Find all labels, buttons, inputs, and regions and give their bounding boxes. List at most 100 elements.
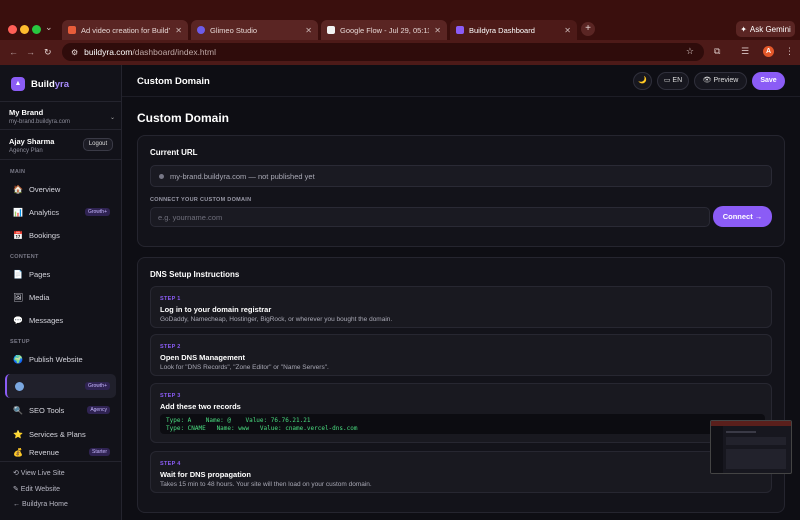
browser-tab-bar: ⌄ Ad video creation for BuildYr ✕ Glimeo… [0, 0, 800, 40]
dns-step: STEP 1 Log in to your domain registrar G… [150, 286, 772, 328]
sidebar-item-overview[interactable]: 🏠 Overview [5, 179, 116, 199]
extensions-icon[interactable]: ⧉ [714, 46, 720, 57]
language-button[interactable]: ▭ EN [657, 72, 689, 90]
custom-domain-input[interactable] [150, 207, 710, 227]
divider [0, 159, 122, 160]
tab-title: Ad video creation for BuildYr [81, 25, 171, 35]
step-number: STEP 1 [160, 296, 181, 302]
flag-icon: ▭ [663, 77, 671, 84]
step-number: STEP 4 [160, 461, 181, 467]
card-title: DNS Setup Instructions [150, 270, 240, 279]
tab-title: Google Flow - Jul 29, 05:11 PM [340, 25, 430, 35]
tab-favicon-icon [456, 26, 464, 34]
more-menu-icon[interactable]: ⋮ [785, 46, 794, 57]
step-description: GoDaddy, Namecheap, Hostinger, BigRock, … [160, 316, 393, 323]
brand-name: My Brand [9, 108, 44, 117]
address-bar-row: ← → ↻ ⚙ buildyra.com/dashboard/index.htm… [0, 40, 800, 65]
sidebar-item-services[interactable]: ⭐ Services & Plans [5, 424, 116, 444]
section-label-content: CONTENT [10, 254, 39, 260]
buildyra-home-link[interactable]: ← Buildyra Home [13, 501, 68, 508]
divider [0, 101, 122, 102]
ask-gemini-button[interactable]: ✦ Ask Gemini [736, 21, 795, 37]
close-tab-icon[interactable]: ✕ [434, 26, 441, 35]
divider [0, 129, 122, 130]
sidebar-item-bookings[interactable]: 📅 Bookings [5, 225, 116, 245]
sidebar-item-media[interactable]: 🖼 Media [5, 287, 116, 307]
logo-text: Buildyra [31, 78, 70, 90]
url-bar[interactable]: ⚙ buildyra.com/dashboard/index.html ☆ [62, 43, 704, 61]
language-label: EN [672, 77, 683, 84]
save-button[interactable]: Save [752, 72, 785, 90]
plan-badge: Agency [87, 406, 110, 414]
profile-avatar[interactable]: A [763, 46, 774, 57]
sidebar: ▲ Buildyra My Brand my-brand.buildyra.co… [0, 65, 122, 520]
step-description: Look for "DNS Records", "Zone Editor" or… [160, 364, 329, 371]
current-url-display: my-brand.buildyra.com — not published ye… [150, 165, 772, 187]
sidebar-item-seo[interactable]: 🔍 SEO Tools Agency [5, 400, 116, 420]
dns-records-code: Type: A Name: @ Value: 76.76.21.21 Type:… [160, 414, 765, 434]
new-tab-button[interactable]: + [581, 22, 595, 36]
theme-toggle-button[interactable]: 🌙 [633, 72, 652, 90]
domain-icon [15, 381, 24, 391]
browser-tab[interactable]: Google Flow - Jul 29, 05:11 PM ✕ [321, 20, 447, 40]
gemini-label: Ask Gemini [749, 24, 791, 34]
back-arrow-icon[interactable]: ← [9, 47, 18, 57]
dns-step: STEP 2 Open DNS Management Look for "DNS… [150, 334, 772, 376]
current-url-card: Current URL my-brand.buildyra.com — not … [137, 135, 785, 247]
step-description: Takes 15 min to 48 hours. Your site will… [160, 481, 372, 488]
image-icon: 🖼 [13, 292, 24, 302]
maximize-window-button[interactable] [32, 25, 41, 34]
view-live-site-link[interactable]: ⟲ View Live Site [13, 469, 65, 477]
top-bar: Custom Domain 🌙 ▭ EN 👁 Preview Save [122, 65, 800, 97]
connect-domain-label: CONNECT YOUR CUSTOM DOMAIN [150, 197, 252, 203]
browser-tab[interactable]: Glimeo Studio ✕ [191, 20, 318, 40]
browser-tab-active[interactable]: Buildyra Dashboard ✕ [450, 20, 577, 40]
connect-button[interactable]: Connect → [713, 206, 772, 227]
browser-tab[interactable]: Ad video creation for BuildYr ✕ [62, 20, 188, 40]
sidebar-item-messages[interactable]: 💬 Messages [5, 310, 116, 330]
dns-step: STEP 3 Add these two records Type: A Nam… [150, 383, 772, 443]
tab-favicon-icon [68, 26, 76, 34]
page-title: Custom Domain [137, 111, 230, 125]
pages-icon: 📄 [13, 269, 23, 279]
plan-badge: Growth+ [84, 382, 110, 390]
tab-groups-icon[interactable]: ☰ [741, 46, 749, 57]
card-title: Current URL [150, 148, 198, 157]
plan-badge: Starter [88, 448, 110, 456]
step-number: STEP 3 [160, 393, 181, 399]
sidebar-item-custom-domain[interactable]: Growth+ [5, 374, 116, 398]
screenshot-thumbnail[interactable] [710, 420, 792, 474]
close-tab-icon[interactable]: ✕ [305, 26, 312, 35]
forward-arrow-icon[interactable]: → [26, 47, 35, 57]
site-info-icon[interactable]: ⚙ [71, 48, 78, 57]
close-tab-icon[interactable]: ✕ [175, 26, 182, 35]
reload-icon[interactable]: ↻ [44, 47, 52, 58]
logout-button[interactable]: Logout [83, 138, 113, 151]
close-tab-icon[interactable]: ✕ [564, 26, 571, 35]
gemini-sparkle-icon: ✦ [740, 24, 747, 34]
section-label-main: MAIN [10, 169, 26, 175]
dns-step: STEP 4 Wait for DNS propagation Takes 15… [150, 451, 772, 493]
bookmark-star-icon[interactable]: ☆ [686, 46, 694, 57]
url-text: buildyra.com/dashboard/index.html [84, 47, 216, 57]
star-icon: ⭐ [13, 429, 23, 439]
sidebar-item-publish[interactable]: 🌍 Publish Website [5, 349, 116, 369]
calendar-icon: 📅 [13, 230, 23, 240]
sidebar-item-pages[interactable]: 📄 Pages [5, 264, 116, 284]
step-title: Wait for DNS propagation [160, 470, 251, 479]
globe-icon: 🌍 [13, 354, 23, 364]
close-window-button[interactable] [8, 25, 17, 34]
tab-search-icon[interactable]: ⌄ [45, 22, 53, 33]
brand-switcher[interactable]: My Brand my-brand.buildyra.com ⌄ [9, 108, 115, 125]
money-icon: 💰 [13, 447, 23, 457]
app-logo[interactable]: ▲ Buildyra [11, 77, 69, 91]
sidebar-item-analytics[interactable]: 📊 Analytics Growth+ [5, 202, 116, 222]
preview-label: Preview [713, 77, 739, 84]
brand-url: my-brand.buildyra.com [9, 119, 71, 125]
preview-button[interactable]: 👁 Preview [694, 72, 747, 90]
minimize-window-button[interactable] [20, 25, 29, 34]
edit-website-link[interactable]: ✎ Edit Website [13, 485, 60, 493]
tab-title: Glimeo Studio [210, 25, 258, 35]
sidebar-item-revenue[interactable]: 💰 Revenue Starter [5, 446, 116, 458]
status-dot-icon [159, 173, 164, 179]
